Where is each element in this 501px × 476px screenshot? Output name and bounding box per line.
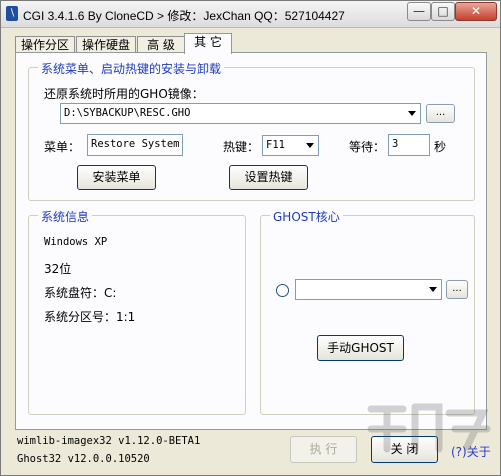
- system-info-title: 系统信息: [38, 208, 93, 225]
- set-hotkey-button[interactable]: 设置热键: [229, 165, 308, 190]
- close-window-button[interactable]: ✕: [455, 2, 497, 21]
- wait-input[interactable]: 3: [388, 134, 430, 156]
- menu-name-input[interactable]: Restore System: [87, 134, 183, 156]
- system-partition: 系统分区号：1:1: [44, 310, 136, 324]
- title-bar: ∖ CGI 3.4.1.6 By CloneCD > 修改：JexChan QQ…: [1, 1, 500, 28]
- app-icon: ∖: [6, 6, 18, 21]
- manual-ghost-button[interactable]: 手动GHOST: [317, 335, 404, 361]
- watermark-logo: [367, 403, 491, 453]
- gho-image-combo[interactable]: D:\SYBACKUP\RESC.GHO: [60, 103, 421, 124]
- hotkey-combo[interactable]: F11: [262, 135, 319, 156]
- menu-hotkey-group-title: 系统菜单、启动热键的安装与卸载: [38, 60, 225, 77]
- install-menu-button[interactable]: 安装菜单: [77, 165, 156, 190]
- gho-browse-button[interactable]: ...: [426, 104, 455, 123]
- ghost-version: Ghost32 v12.0.0.10520: [17, 453, 150, 465]
- tab-disk[interactable]: 操作硬盘: [76, 36, 136, 53]
- gho-image-label: 还原系统时所用的GHO镜像：: [44, 87, 204, 101]
- os-bits: 32位: [44, 262, 72, 276]
- gho-image-path: D:\SYBACKUP\RESC.GHO: [64, 107, 191, 119]
- main-window: ∖ CGI 3.4.1.6 By CloneCD > 修改：JexChan QQ…: [0, 0, 501, 476]
- ghost-core-title: GHOST核心: [270, 208, 343, 225]
- chevron-down-icon[interactable]: [429, 287, 437, 292]
- execute-button[interactable]: 执 行: [290, 436, 357, 463]
- os-name: Windows XP: [44, 236, 108, 248]
- tab-advanced[interactable]: 高 级: [137, 36, 185, 53]
- wait-label: 等待：: [349, 140, 386, 154]
- ghost-exe-combo[interactable]: [295, 279, 442, 300]
- system-drive: 系统盘符：C:: [44, 286, 117, 300]
- hotkey-value: F11: [266, 139, 285, 151]
- maximize-button[interactable]: □: [431, 2, 455, 21]
- menu-name-label: 菜单：: [44, 140, 81, 154]
- hotkey-label: 热键：: [223, 140, 260, 154]
- minimize-button[interactable]: —: [407, 2, 431, 21]
- wimlib-version: wimlib-imagex32 v1.12.0-BETA1: [17, 435, 201, 447]
- ghost-browse-button[interactable]: ...: [446, 280, 468, 299]
- tab-panel-other: 系统菜单、启动热键的安装与卸载 还原系统时所用的GHO镜像： D:\SYBACK…: [15, 52, 487, 430]
- chevron-down-icon[interactable]: [306, 143, 314, 148]
- ghost-radio[interactable]: [276, 284, 289, 297]
- system-info-group: 系统信息 Windows XP 32位 系统盘符：C: 系统分区号：1:1: [28, 208, 246, 415]
- wait-value: 3: [392, 138, 399, 150]
- wait-unit: 秒: [434, 140, 447, 154]
- menu-hotkey-group: 系统菜单、启动热键的安装与卸载 还原系统时所用的GHO镜像： D:\SYBACK…: [28, 60, 475, 201]
- chevron-down-icon[interactable]: [408, 111, 416, 116]
- tab-partition[interactable]: 操作分区: [15, 36, 75, 53]
- ghost-core-group: GHOST核心 ... 手动GHOST: [260, 208, 475, 415]
- menu-name-value: Restore System: [91, 138, 180, 150]
- window-title: CGI 3.4.1.6 By CloneCD > 修改：JexChan QQ：5…: [23, 9, 345, 23]
- tab-other[interactable]: 其 它: [184, 33, 232, 54]
